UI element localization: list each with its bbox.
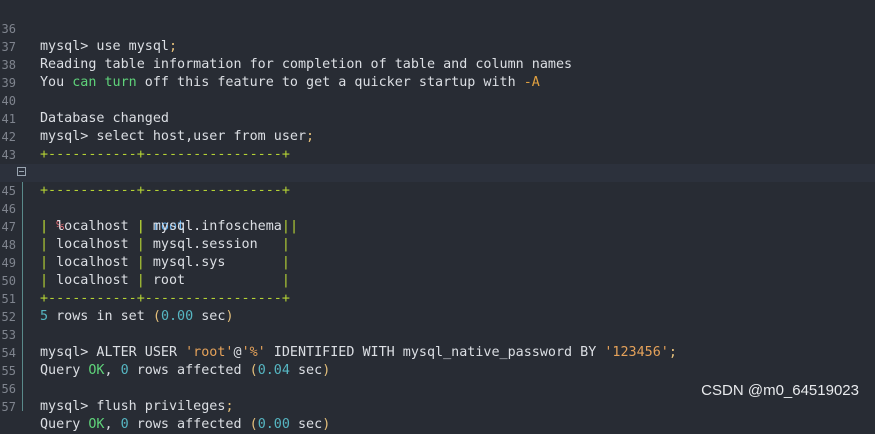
code-line-50: 50 +-----------+-----------------+ [0, 254, 875, 306]
line-number: 57 [1, 400, 16, 414]
code-line-39: 39 [0, 56, 875, 90]
code-line-41: 41 mysql> select host,user from user; [1, 112, 315, 144]
code-line-40: 40 Database changed [0, 74, 875, 126]
command-text: flush privileges [88, 399, 226, 414]
watermark: CSDN @m0_64519023 [701, 382, 859, 399]
code-line-46: 46 | localhost | mysql.infoschema | [1, 202, 298, 234]
status-ok: OK [88, 417, 105, 432]
code-line-55: 55 [0, 344, 875, 378]
code-line-51: 51 5 rows in set (0.00 sec) [1, 292, 234, 324]
elapsed-time: 0.00 [257, 417, 290, 432]
code-line-56: 56 mysql> flush privileges; [1, 382, 234, 414]
code-line-37: 37 Reading table information for complet… [0, 20, 875, 72]
code-line-38: 38 You can turn off this feature to get … [0, 38, 875, 90]
code-line-45: 45 | % | root | [0, 164, 875, 234]
code-line-42: 42 +-----------+-----------------+ [0, 110, 875, 162]
code-line-49: 49 | localhost | root | [1, 256, 290, 288]
prompt: mysql> [40, 399, 89, 414]
code-line-36: 36 mysql> use mysql; [1, 22, 178, 54]
code-line-54: 54 Query OK, 0 rows affected (0.04 sec) [1, 346, 331, 378]
code-line-43: 43 | host | user | [0, 128, 875, 180]
code-line-48: 48 | localhost | mysql.sys | [1, 238, 290, 270]
code-line-53: 53 mysql> ALTER USER 'root'@'%' IDENTIFI… [1, 328, 677, 360]
code-line-52: 52 [0, 290, 875, 324]
fold-toggle-icon[interactable] [17, 167, 26, 176]
code-line-47: 47 | localhost | mysql.session | [1, 220, 290, 252]
code-line-44: 44 +-----------+-----------------+ [0, 146, 875, 198]
